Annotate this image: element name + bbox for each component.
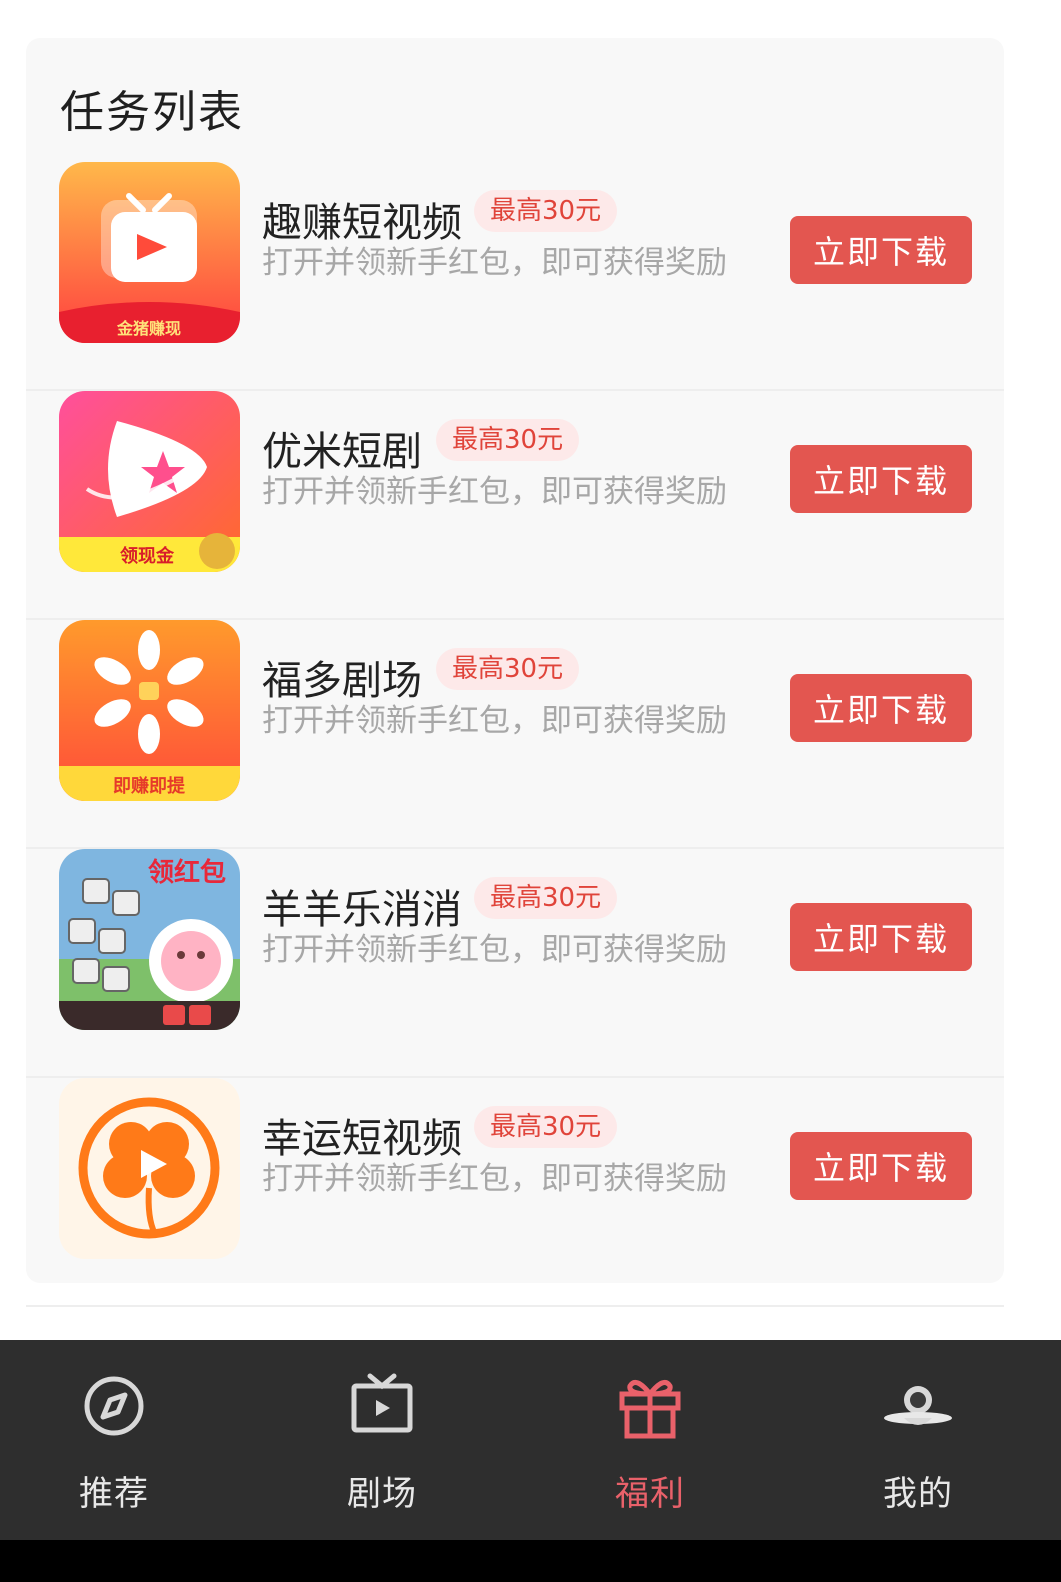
tv-icon	[346, 1370, 418, 1442]
qz-icon-label: 金猪赚现	[116, 319, 181, 338]
ym-download-button[interactable]: 立即下载	[790, 445, 972, 513]
qz-reward-badge: 最高30元	[474, 190, 618, 232]
ym-app-icon[interactable]: 领现金	[59, 391, 240, 572]
gift-icon	[614, 1370, 686, 1442]
yyl-app-icon[interactable]: 领红包	[59, 849, 240, 1030]
fd-app-icon[interactable]: 即赚即提	[59, 620, 240, 801]
qz-download-button[interactable]: 立即下载	[790, 216, 972, 284]
fd-reward-badge: 最高30元	[436, 648, 580, 690]
ym-app-desc: 打开并领新手红包，即可获得奖励	[262, 474, 727, 510]
system-nav-strip	[0, 1540, 1061, 1582]
qz-app-desc: 打开并领新手红包，即可获得奖励	[262, 245, 727, 281]
yyl-download-button[interactable]: 立即下载	[790, 903, 972, 971]
task-list-card: 任务列表 金猪赚现 趣赚短视频 最高30元 打开并领新手红包，即可获得奖励 立即…	[26, 38, 1004, 1307]
fd-app-desc: 打开并领新手红包，即可获得奖励	[262, 703, 727, 739]
yyl-icon-label: 领红包	[148, 857, 226, 888]
xy-app-icon[interactable]	[59, 1078, 240, 1259]
tab-recommend-label: 推荐	[79, 1474, 149, 1514]
yyl-reward-badge: 最高30元	[474, 877, 618, 919]
ym-reward-badge: 最高30元	[436, 419, 580, 461]
xy-app-desc: 打开并领新手红包，即可获得奖励	[262, 1161, 727, 1197]
task-row-ym: 领现金 优米短剧 最高30元 打开并领新手红包，即可获得奖励 立即下载	[26, 391, 1004, 620]
tab-theater[interactable]: 剧场	[282, 1340, 482, 1540]
task-row-qz: 金猪赚现 趣赚短视频 最高30元 打开并领新手红包，即可获得奖励 立即下载	[26, 162, 1004, 391]
compass-icon	[78, 1370, 150, 1442]
tab-welfare[interactable]: 福利	[550, 1340, 750, 1540]
ym-icon-label: 领现金	[120, 545, 175, 567]
task-row-xy: 幸运短视频 最高30元 打开并领新手红包，即可获得奖励 立即下载	[26, 1078, 1004, 1307]
tab-mine[interactable]: 我的	[818, 1340, 1018, 1540]
tab-welfare-label: 福利	[615, 1474, 685, 1514]
xy-reward-badge: 最高30元	[474, 1106, 618, 1148]
tab-mine-label: 我的	[883, 1474, 953, 1514]
qz-app-icon[interactable]: 金猪赚现	[59, 162, 240, 343]
xy-download-button[interactable]: 立即下载	[790, 1132, 972, 1200]
fd-download-button[interactable]: 立即下载	[790, 674, 972, 742]
avatar-icon	[882, 1370, 954, 1442]
task-row-fd: 即赚即提 福多剧场 最高30元 打开并领新手红包，即可获得奖励 立即下载	[26, 620, 1004, 849]
task-list-title: 任务列表	[60, 87, 244, 138]
bottom-tab-bar: 推荐 剧场 福利 我的	[0, 1340, 1061, 1540]
tab-theater-label: 剧场	[347, 1474, 417, 1514]
fd-icon-label: 即赚即提	[113, 775, 186, 797]
tab-recommend[interactable]: 推荐	[14, 1340, 214, 1540]
task-row-yyl: 领红包 羊羊乐消消 最高30元 打开并领新手红包，即可获得奖励 立即下载	[26, 849, 1004, 1078]
yyl-app-desc: 打开并领新手红包，即可获得奖励	[262, 932, 727, 968]
row-divider	[26, 1305, 1004, 1307]
